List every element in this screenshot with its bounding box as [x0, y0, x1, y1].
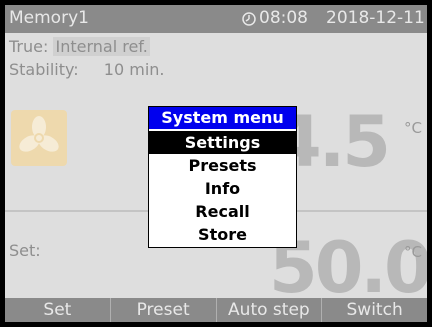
actual-unit: °C — [404, 119, 422, 137]
set-softkey[interactable]: Set — [5, 298, 111, 322]
menu-item-settings[interactable]: Settings — [149, 131, 296, 154]
menu-item-store[interactable]: Store — [149, 223, 296, 246]
switch-softkey[interactable]: Switch — [322, 298, 427, 322]
system-menu: System menu Settings Presets Info Recall… — [148, 106, 297, 248]
preset-softkey[interactable]: Preset — [111, 298, 217, 322]
setpoint-unit: °C — [404, 243, 422, 261]
stability-value: 10 min. — [103, 60, 165, 79]
system-menu-title: System menu — [149, 107, 296, 129]
softkey-bar: Set Preset Auto step Switch — [5, 298, 427, 322]
true-label: True: — [9, 37, 49, 56]
instrument-display: Memory1 08:08 2018-12-11 True: Internal … — [5, 5, 427, 322]
menu-item-presets[interactable]: Presets — [149, 154, 296, 177]
date: 2018-12-11 — [326, 8, 425, 28]
auto-step-softkey[interactable]: Auto step — [217, 298, 323, 322]
title-bar: Memory1 08:08 2018-12-11 — [5, 5, 427, 33]
clock-time: 08:08 — [259, 8, 308, 28]
menu-item-recall[interactable]: Recall — [149, 200, 296, 223]
true-source-row: True: Internal ref. — [9, 37, 150, 56]
stability-row: Stability: 10 min. — [9, 60, 165, 79]
fan-icon — [11, 110, 67, 166]
menu-item-info[interactable]: Info — [149, 177, 296, 200]
stability-label: Stability: — [9, 60, 79, 79]
true-value: Internal ref. — [53, 37, 150, 56]
setpoint-label: Set: — [9, 241, 41, 260]
clock-icon — [242, 12, 256, 26]
program-name: Memory1 — [9, 8, 89, 28]
